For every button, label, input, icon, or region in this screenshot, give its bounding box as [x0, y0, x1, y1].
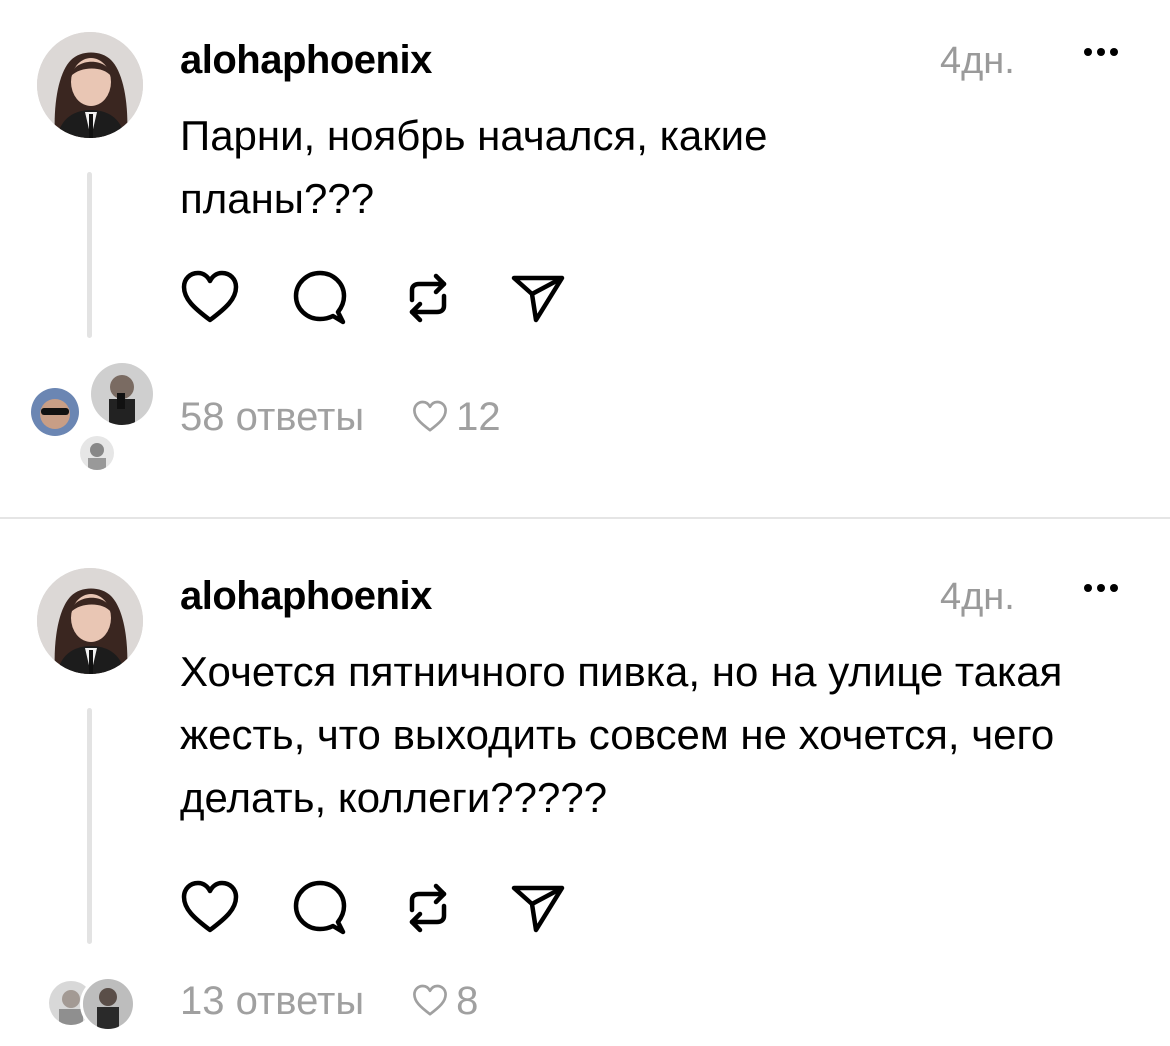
- avatar: [88, 360, 156, 428]
- avatar[interactable]: [37, 32, 143, 138]
- comment-icon[interactable]: [290, 878, 350, 938]
- heart-icon[interactable]: [180, 878, 240, 938]
- likes-count[interactable]: 8: [456, 979, 478, 1024]
- replies-count[interactable]: 13 ответы: [180, 979, 364, 1024]
- more-icon[interactable]: [1078, 28, 1124, 74]
- post-text: Парни, ноябрь начался, какие планы???: [180, 112, 768, 222]
- avatar: [28, 385, 82, 439]
- username[interactable]: alohaphoenix: [180, 574, 432, 619]
- heart-icon[interactable]: [180, 268, 240, 328]
- timestamp: 4дн.: [940, 576, 1015, 618]
- timestamp: 4дн.: [940, 40, 1015, 82]
- post[interactable]: alohaphoenix 4дн. Хочется пятничного пив…: [0, 518, 1170, 1046]
- likes-count[interactable]: 12: [456, 395, 501, 440]
- avatar[interactable]: [37, 568, 143, 674]
- avatar: [77, 433, 117, 473]
- heart-icon: [413, 984, 448, 1016]
- comment-icon[interactable]: [290, 268, 350, 328]
- reply-avatars[interactable]: [46, 976, 156, 1032]
- avatar: [80, 976, 136, 1032]
- post-stats: 58 ответы 12: [180, 392, 501, 442]
- post-stats: 13 ответы 8: [180, 976, 478, 1026]
- heart-icon: [413, 400, 448, 432]
- username[interactable]: alohaphoenix: [180, 38, 432, 83]
- replies-count[interactable]: 58 ответы: [180, 395, 364, 440]
- repost-icon[interactable]: [398, 878, 458, 938]
- thread-line: [87, 708, 92, 944]
- thread-line: [87, 172, 92, 338]
- more-icon[interactable]: [1078, 564, 1124, 610]
- post[interactable]: alohaphoenix 4дн. Парни, ноябрь начался,…: [0, 0, 1170, 518]
- reply-avatars[interactable]: [28, 360, 158, 473]
- repost-icon[interactable]: [398, 268, 458, 328]
- action-bar: [180, 268, 600, 328]
- action-bar: [180, 878, 600, 938]
- post-text: Хочется пятничного пивка, но на улице та…: [180, 648, 1063, 821]
- share-icon[interactable]: [508, 268, 568, 328]
- share-icon[interactable]: [508, 878, 568, 938]
